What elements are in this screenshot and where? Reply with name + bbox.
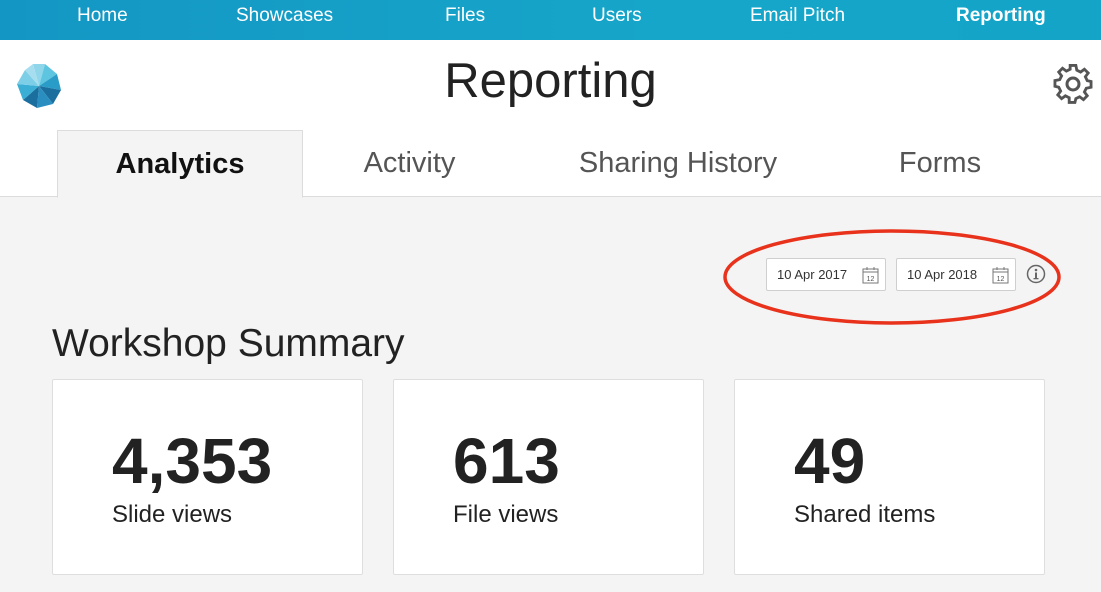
workshop-summary-title: Workshop Summary <box>52 322 405 365</box>
slide-views-value: 4,353 <box>112 425 273 497</box>
end-date-field[interactable]: 10 Apr 2018 12 <box>896 258 1016 291</box>
calendar-icon[interactable]: 12 <box>992 266 1009 284</box>
page-title: Reporting <box>444 54 657 108</box>
file-views-label: File views <box>453 501 559 528</box>
page-header: Reporting Analytics Activity Sharing His… <box>0 40 1101 198</box>
nav-item-users[interactable]: Users <box>592 5 642 27</box>
nav-item-showcases[interactable]: Showcases <box>236 5 333 27</box>
shared-items-label: Shared items <box>794 501 936 528</box>
calendar-day-label: 12 <box>997 276 1005 283</box>
file-views-value: 613 <box>453 425 560 497</box>
info-icon[interactable] <box>1026 264 1046 284</box>
tab-analytics[interactable]: Analytics <box>57 130 303 198</box>
tab-sharing-history[interactable]: Sharing History <box>540 130 816 197</box>
start-date-value: 10 Apr 2017 <box>777 267 848 282</box>
file-views-card: 613 File views <box>393 379 704 575</box>
gear-icon[interactable] <box>1052 63 1094 105</box>
end-date-value: 10 Apr 2018 <box>907 267 978 282</box>
nav-item-email-pitch[interactable]: Email Pitch <box>750 5 845 27</box>
nav-item-files[interactable]: Files <box>445 5 485 27</box>
tab-activity[interactable]: Activity <box>303 130 516 197</box>
slide-views-label: Slide views <box>112 501 233 528</box>
top-navigation-bar: Home Showcases Files Users Email Pitch R… <box>0 0 1101 40</box>
shared-items-card: 49 Shared items <box>734 379 1045 575</box>
slide-views-card: 4,353 Slide views <box>52 379 363 575</box>
shared-items-value: 49 <box>794 425 866 497</box>
nav-item-reporting[interactable]: Reporting <box>956 5 1046 27</box>
nav-item-home[interactable]: Home <box>77 5 128 27</box>
calendar-day-label: 12 <box>867 276 875 283</box>
start-date-field[interactable]: 10 Apr 2017 12 <box>766 258 886 291</box>
tab-forms[interactable]: Forms <box>860 130 1020 197</box>
calendar-icon[interactable]: 12 <box>862 266 879 284</box>
